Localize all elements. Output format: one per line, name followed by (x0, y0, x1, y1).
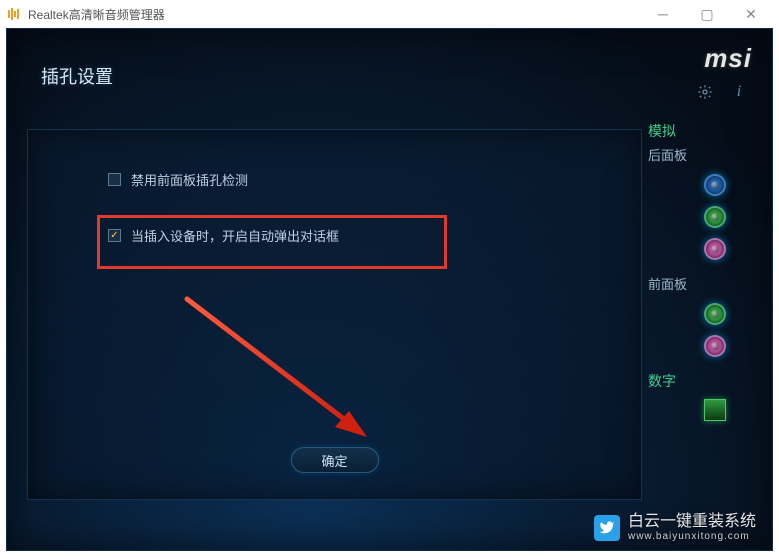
jack-digital[interactable] (704, 399, 726, 421)
checkbox-icon[interactable] (108, 173, 121, 186)
ok-button-label: 确定 (321, 451, 347, 470)
jack-front-green[interactable] (704, 303, 726, 325)
jack-side-panel: 模拟 后面板 前面板 数字 (648, 121, 758, 421)
app-icon (6, 6, 22, 22)
jack-rear-pink[interactable] (704, 238, 726, 260)
watermark-url: www.baiyunxitong.com (628, 531, 756, 542)
analog-section-title: 模拟 (648, 121, 758, 141)
dialog-panel: 禁用前面板插孔检测 当插入设备时，开启自动弹出对话框 确定 (27, 129, 642, 500)
ok-button[interactable]: 确定 (291, 447, 379, 473)
jack-rear-green[interactable] (704, 206, 726, 228)
option-label: 当插入设备时，开启自动弹出对话框 (131, 226, 339, 245)
watermark-text: 白云一键重装系统 (628, 513, 756, 531)
titlebar: Realtek高清晰音频管理器 ─ ▢ ✕ (0, 0, 779, 28)
watermark-icon (594, 515, 620, 541)
rear-panel-label: 后面板 (648, 145, 758, 164)
maximize-button[interactable]: ▢ (685, 0, 729, 28)
option-label: 禁用前面板插孔检测 (131, 170, 248, 189)
app-window: msi i 插孔设置 禁用前面板插孔检测 当插入设备时，开启自动弹出对话框 确定 (6, 28, 773, 551)
tool-icons: i (696, 83, 748, 101)
option-auto-popup[interactable]: 当插入设备时，开启自动弹出对话框 (108, 222, 508, 248)
gear-icon[interactable] (696, 83, 714, 101)
options-group: 禁用前面板插孔检测 当插入设备时，开启自动弹出对话框 (108, 166, 508, 278)
dialog-title: 插孔设置 (41, 63, 113, 89)
watermark: 白云一键重装系统 www.baiyunxitong.com (594, 513, 756, 542)
jack-rear-blue[interactable] (704, 174, 726, 196)
minimize-button[interactable]: ─ (641, 0, 685, 28)
checkbox-icon[interactable] (108, 229, 121, 242)
brand-logo: msi (704, 43, 752, 74)
info-icon[interactable]: i (730, 83, 748, 101)
close-button[interactable]: ✕ (729, 0, 773, 28)
front-panel-label: 前面板 (648, 274, 758, 293)
option-disable-front-detect[interactable]: 禁用前面板插孔检测 (108, 166, 508, 192)
window-title: Realtek高清晰音频管理器 (28, 6, 165, 23)
jack-front-pink[interactable] (704, 335, 726, 357)
digital-section-title: 数字 (648, 371, 758, 391)
